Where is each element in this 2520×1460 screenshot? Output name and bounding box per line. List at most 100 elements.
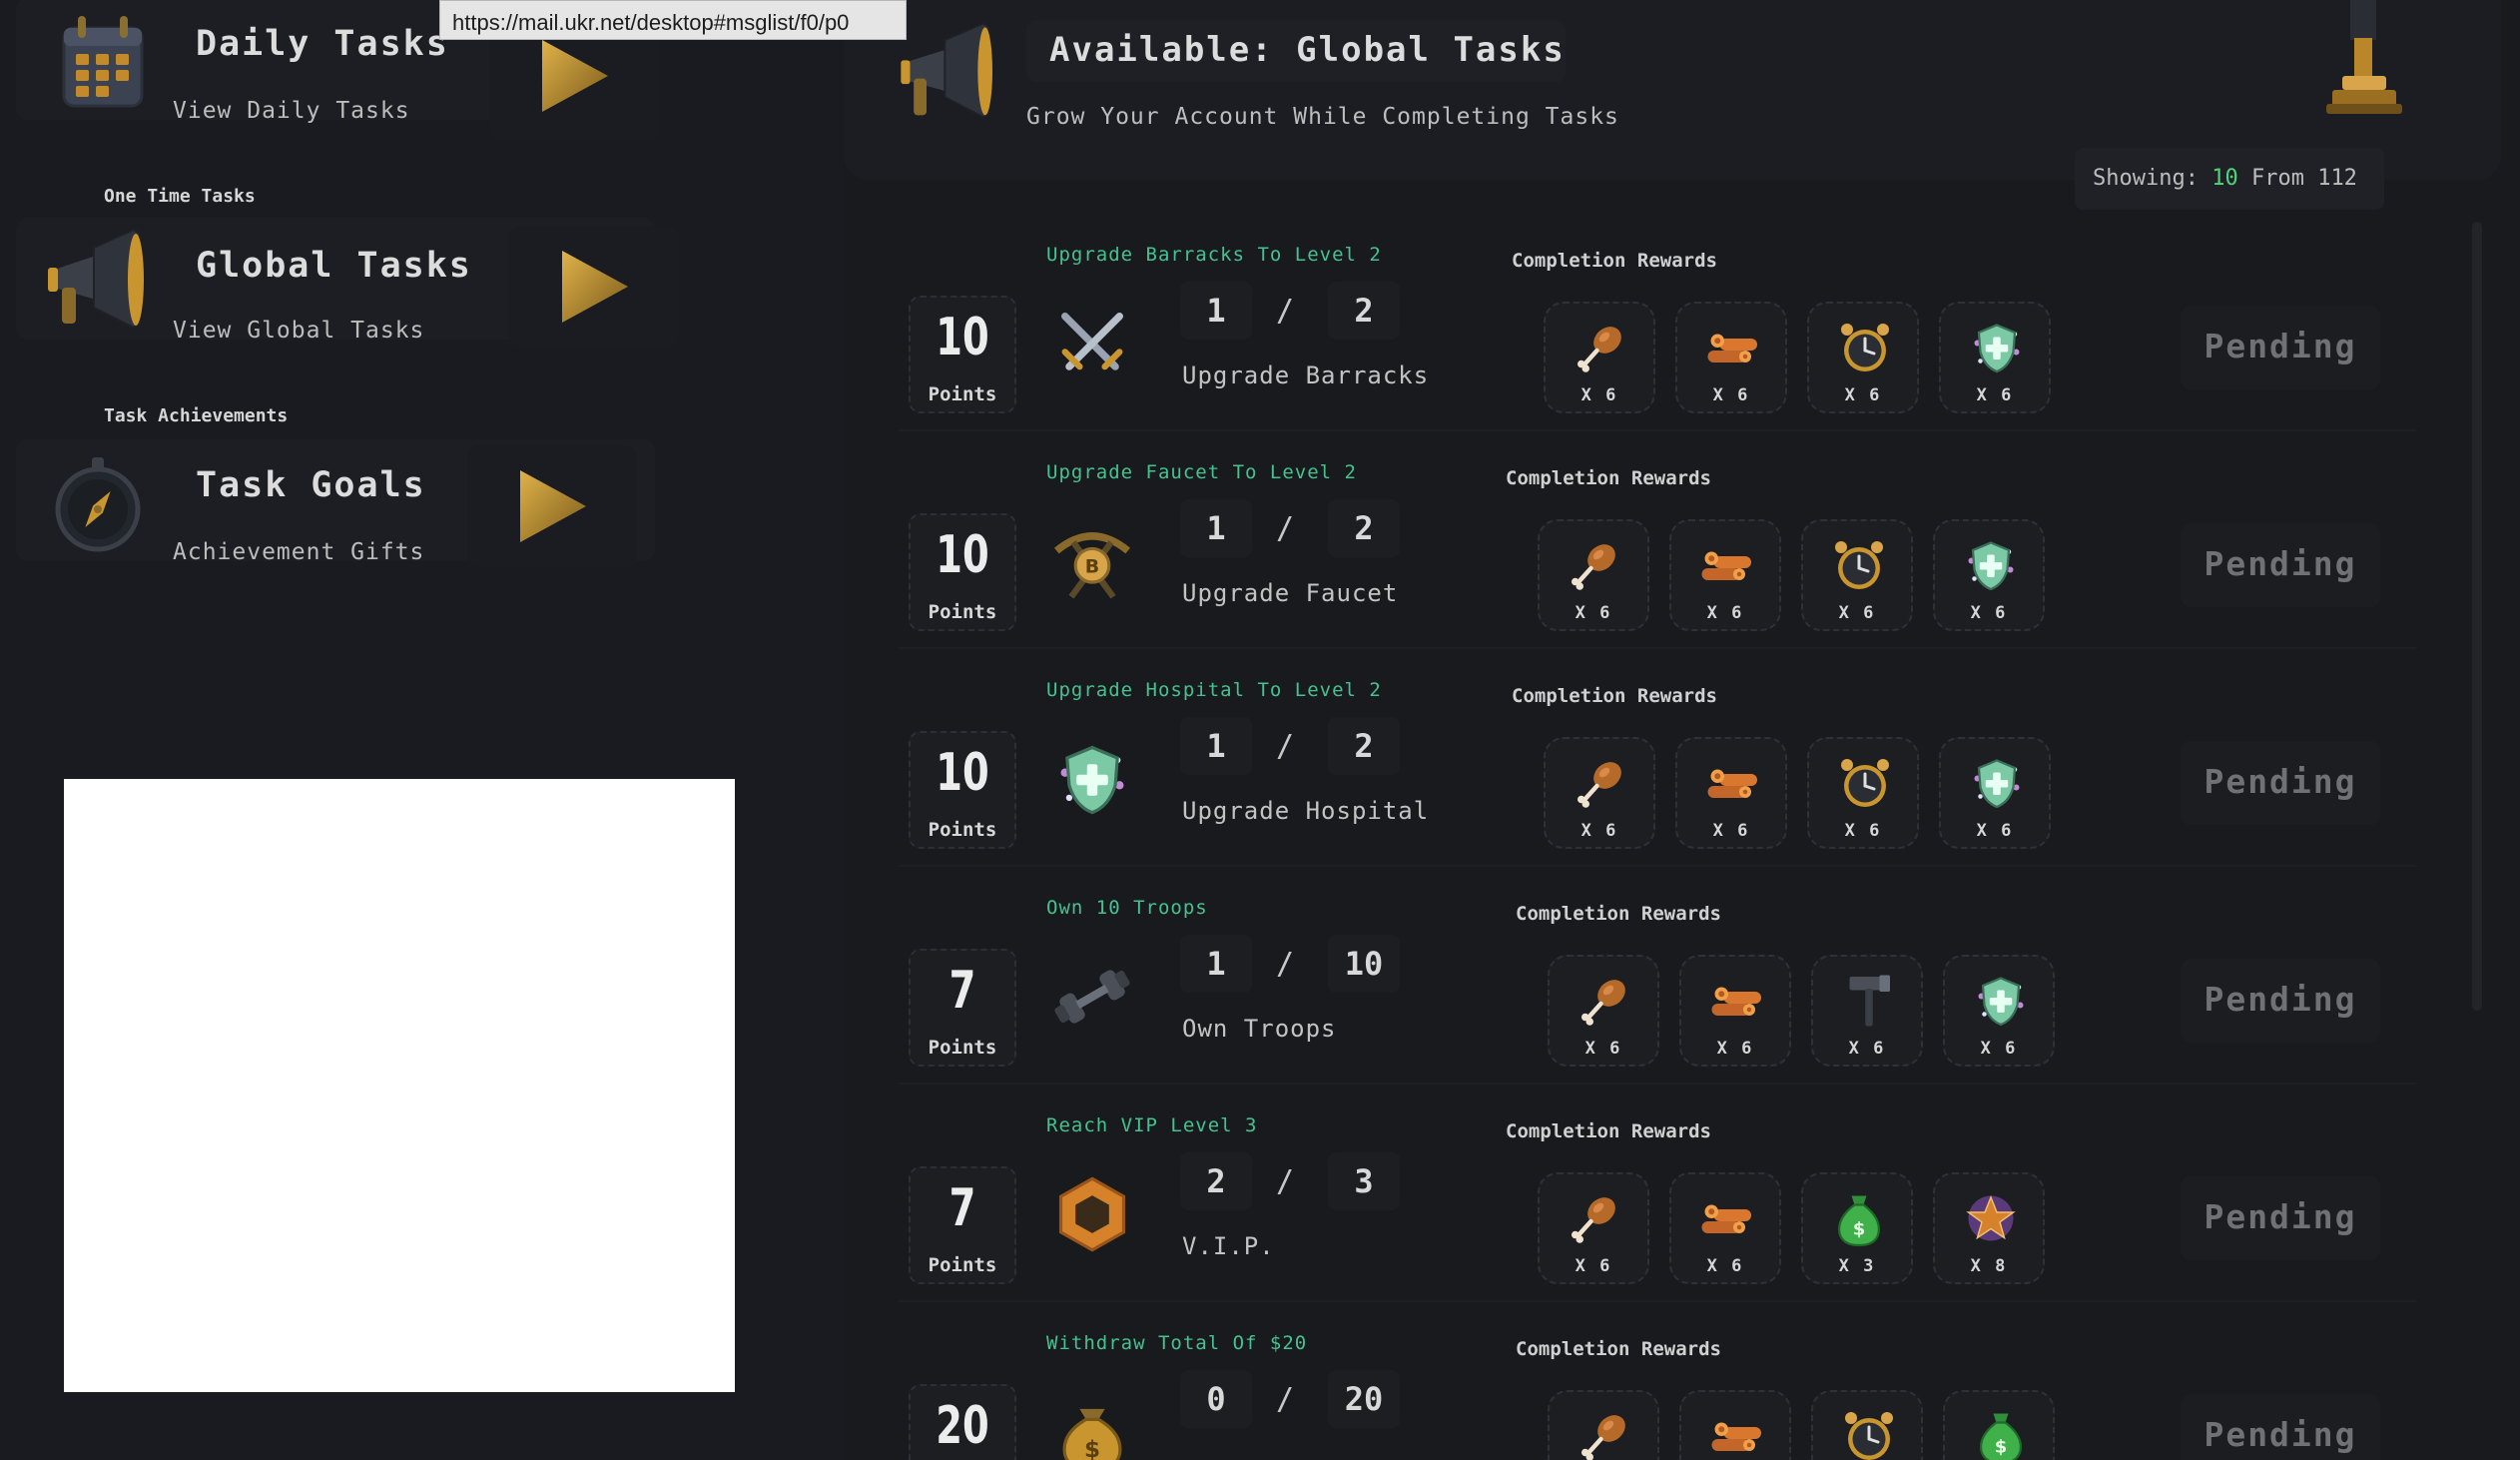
rewards-title: Completion Rewards [1506, 1120, 1711, 1142]
task-row[interactable]: 7 Points Own 10 Troops 1 / 10 Own Troops Comple… [899, 875, 2416, 1085]
task-title: Own 10 Troops [1046, 897, 1208, 919]
points-box: 7 Points [909, 1166, 1016, 1284]
reward-item[interactable]: X 6 [1807, 302, 1919, 413]
reward-item[interactable]: X 6 [1801, 519, 1913, 631]
task-row[interactable]: 7 Points Reach VIP Level 3 2 / 3 V.I.P. Complet… [899, 1093, 2416, 1302]
points-box: 7 Points [909, 949, 1016, 1067]
task-row[interactable]: 10 Points Upgrade Faucet To Level 2 B 1 / 2 Upg… [899, 439, 2416, 649]
points-box: 10 Points [909, 731, 1016, 849]
reward-quantity: X 6 [1980, 1039, 2018, 1059]
points-value: 10 [936, 308, 989, 367]
reward-item[interactable]: X 6 [1679, 955, 1791, 1067]
reward-item[interactable]: X 6 [1807, 737, 1919, 849]
reward-item[interactable]: X 6 [1544, 302, 1655, 413]
task-description: V.I.P. [1182, 1232, 1275, 1260]
task-title: Upgrade Hospital To Level 2 [1046, 679, 1382, 701]
scrollbar[interactable] [2472, 222, 2482, 1011]
status-pending-button[interactable]: Pending [2181, 741, 2380, 825]
points-value: 10 [936, 525, 989, 585]
reward-item[interactable]: X 6 [1538, 1172, 1649, 1284]
showing-count: 10 [2211, 166, 2238, 191]
points-label: Points [928, 819, 997, 841]
play-arrow-icon [542, 40, 608, 112]
points-label: Points [928, 1254, 997, 1276]
reward-quantity: X 6 [1712, 385, 1750, 405]
progress-current: 0 [1206, 1380, 1226, 1418]
reward-quantity: X 6 [1848, 1039, 1886, 1059]
task-row[interactable]: 10 Points Upgrade Hospital To Level 2 1 / 2 Up… [899, 657, 2416, 867]
task-row[interactable]: 10 Points Upgrade Barracks To Level 2 1 / 2 Up… [899, 222, 2416, 431]
nav-subtitle: Achievement Gifts [173, 539, 425, 565]
progress-current: 1 [1206, 292, 1226, 330]
progress-separator: / [1276, 294, 1295, 329]
row-divider [899, 1300, 2416, 1302]
reward-item[interactable]: X 6 [1943, 955, 2055, 1067]
reward-item[interactable] [1548, 1390, 1659, 1460]
progress-target: 3 [1354, 1162, 1374, 1200]
showing-count-badge: Showing: 10 From 112 [2075, 148, 2384, 210]
reward-item[interactable]: $ X 3 [1801, 1172, 1913, 1284]
reward-item[interactable]: X 6 [1939, 737, 2051, 849]
status-pending-button[interactable]: Pending [2181, 306, 2380, 389]
reward-item[interactable]: X 6 [1675, 737, 1787, 849]
status-pending-button[interactable]: Pending [2181, 1176, 2380, 1260]
rewards-title: Completion Rewards [1512, 685, 1717, 707]
crossed-swords-icon [1050, 302, 1134, 385]
section-label-achievements: Task Achievements [104, 405, 289, 426]
reward-quantity: X 6 [1976, 385, 2014, 405]
reward-item[interactable]: X 8 [1933, 1172, 2045, 1284]
nav-title: Daily Tasks [196, 24, 449, 64]
reward-item[interactable]: $ [1943, 1390, 2055, 1460]
reward-quantity: X 6 [1844, 385, 1882, 405]
reward-item[interactable]: X 6 [1669, 519, 1781, 631]
reward-item[interactable]: X 6 [1538, 519, 1649, 631]
global-tasks-arrow-button[interactable] [509, 226, 679, 348]
rewards-title: Completion Rewards [1506, 467, 1711, 489]
task-description: Upgrade Hospital [1182, 797, 1430, 825]
reward-item[interactable]: X 6 [1811, 955, 1923, 1067]
compass-icon [40, 447, 160, 559]
megaphone-icon [894, 20, 1003, 130]
reward-quantity: X 6 [1706, 603, 1744, 623]
task-description: Upgrade Barracks [1182, 362, 1430, 389]
reward-item[interactable] [1811, 1390, 1923, 1460]
reward-item[interactable]: X 6 [1669, 1172, 1781, 1284]
progress-target: 20 [1344, 1380, 1384, 1418]
url-tooltip: https://mail.ukr.net/desktop#msglist/f0/… [439, 0, 907, 40]
points-box: 10 Points [909, 513, 1016, 631]
task-description: Own Troops [1182, 1015, 1337, 1043]
reward-quantity: X 6 [1706, 1256, 1744, 1276]
points-label: Points [928, 383, 997, 405]
reward-item[interactable] [1679, 1390, 1791, 1460]
svg-text:$: $ [1995, 1437, 2008, 1458]
reward-quantity: X 6 [1970, 603, 2008, 623]
task-row[interactable]: 20Points Withdraw Total Of $20 $0 / 20 Comple… [899, 1310, 2416, 1460]
progress-separator: / [1276, 1382, 1295, 1417]
task-goals-arrow-button[interactable] [467, 445, 637, 567]
reward-item[interactable]: X 6 [1548, 955, 1659, 1067]
play-arrow-icon [562, 251, 628, 323]
status-pending-button[interactable]: Pending [2181, 523, 2380, 607]
status-pending-button[interactable]: Pending [2181, 959, 2380, 1043]
points-value: 7 [948, 961, 976, 1021]
points-value: 20 [936, 1396, 989, 1456]
svg-text:B: B [1085, 556, 1099, 578]
reward-item[interactable]: X 6 [1939, 302, 2051, 413]
reward-quantity: X 6 [1575, 1256, 1612, 1276]
task-title: Withdraw Total Of $20 [1046, 1332, 1308, 1354]
reward-item[interactable]: X 6 [1933, 519, 2045, 631]
dumbbell-icon [1050, 955, 1134, 1039]
reward-item[interactable]: X 6 [1544, 737, 1655, 849]
nav-subtitle: View Daily Tasks [173, 98, 410, 124]
reward-item[interactable]: X 6 [1675, 302, 1787, 413]
progress-target: 2 [1354, 727, 1374, 765]
svg-text:$: $ [1084, 1437, 1100, 1460]
reward-quantity: X 6 [1575, 603, 1612, 623]
section-label-one-time: One Time Tasks [104, 186, 256, 207]
task-title: Reach VIP Level 3 [1046, 1114, 1258, 1136]
progress-target: 2 [1354, 292, 1374, 330]
status-pending-button[interactable]: Pending [2181, 1394, 2380, 1460]
reward-quantity: X 6 [1580, 821, 1618, 841]
money-sack-icon: $ [1050, 1390, 1134, 1460]
row-divider [899, 429, 2416, 431]
